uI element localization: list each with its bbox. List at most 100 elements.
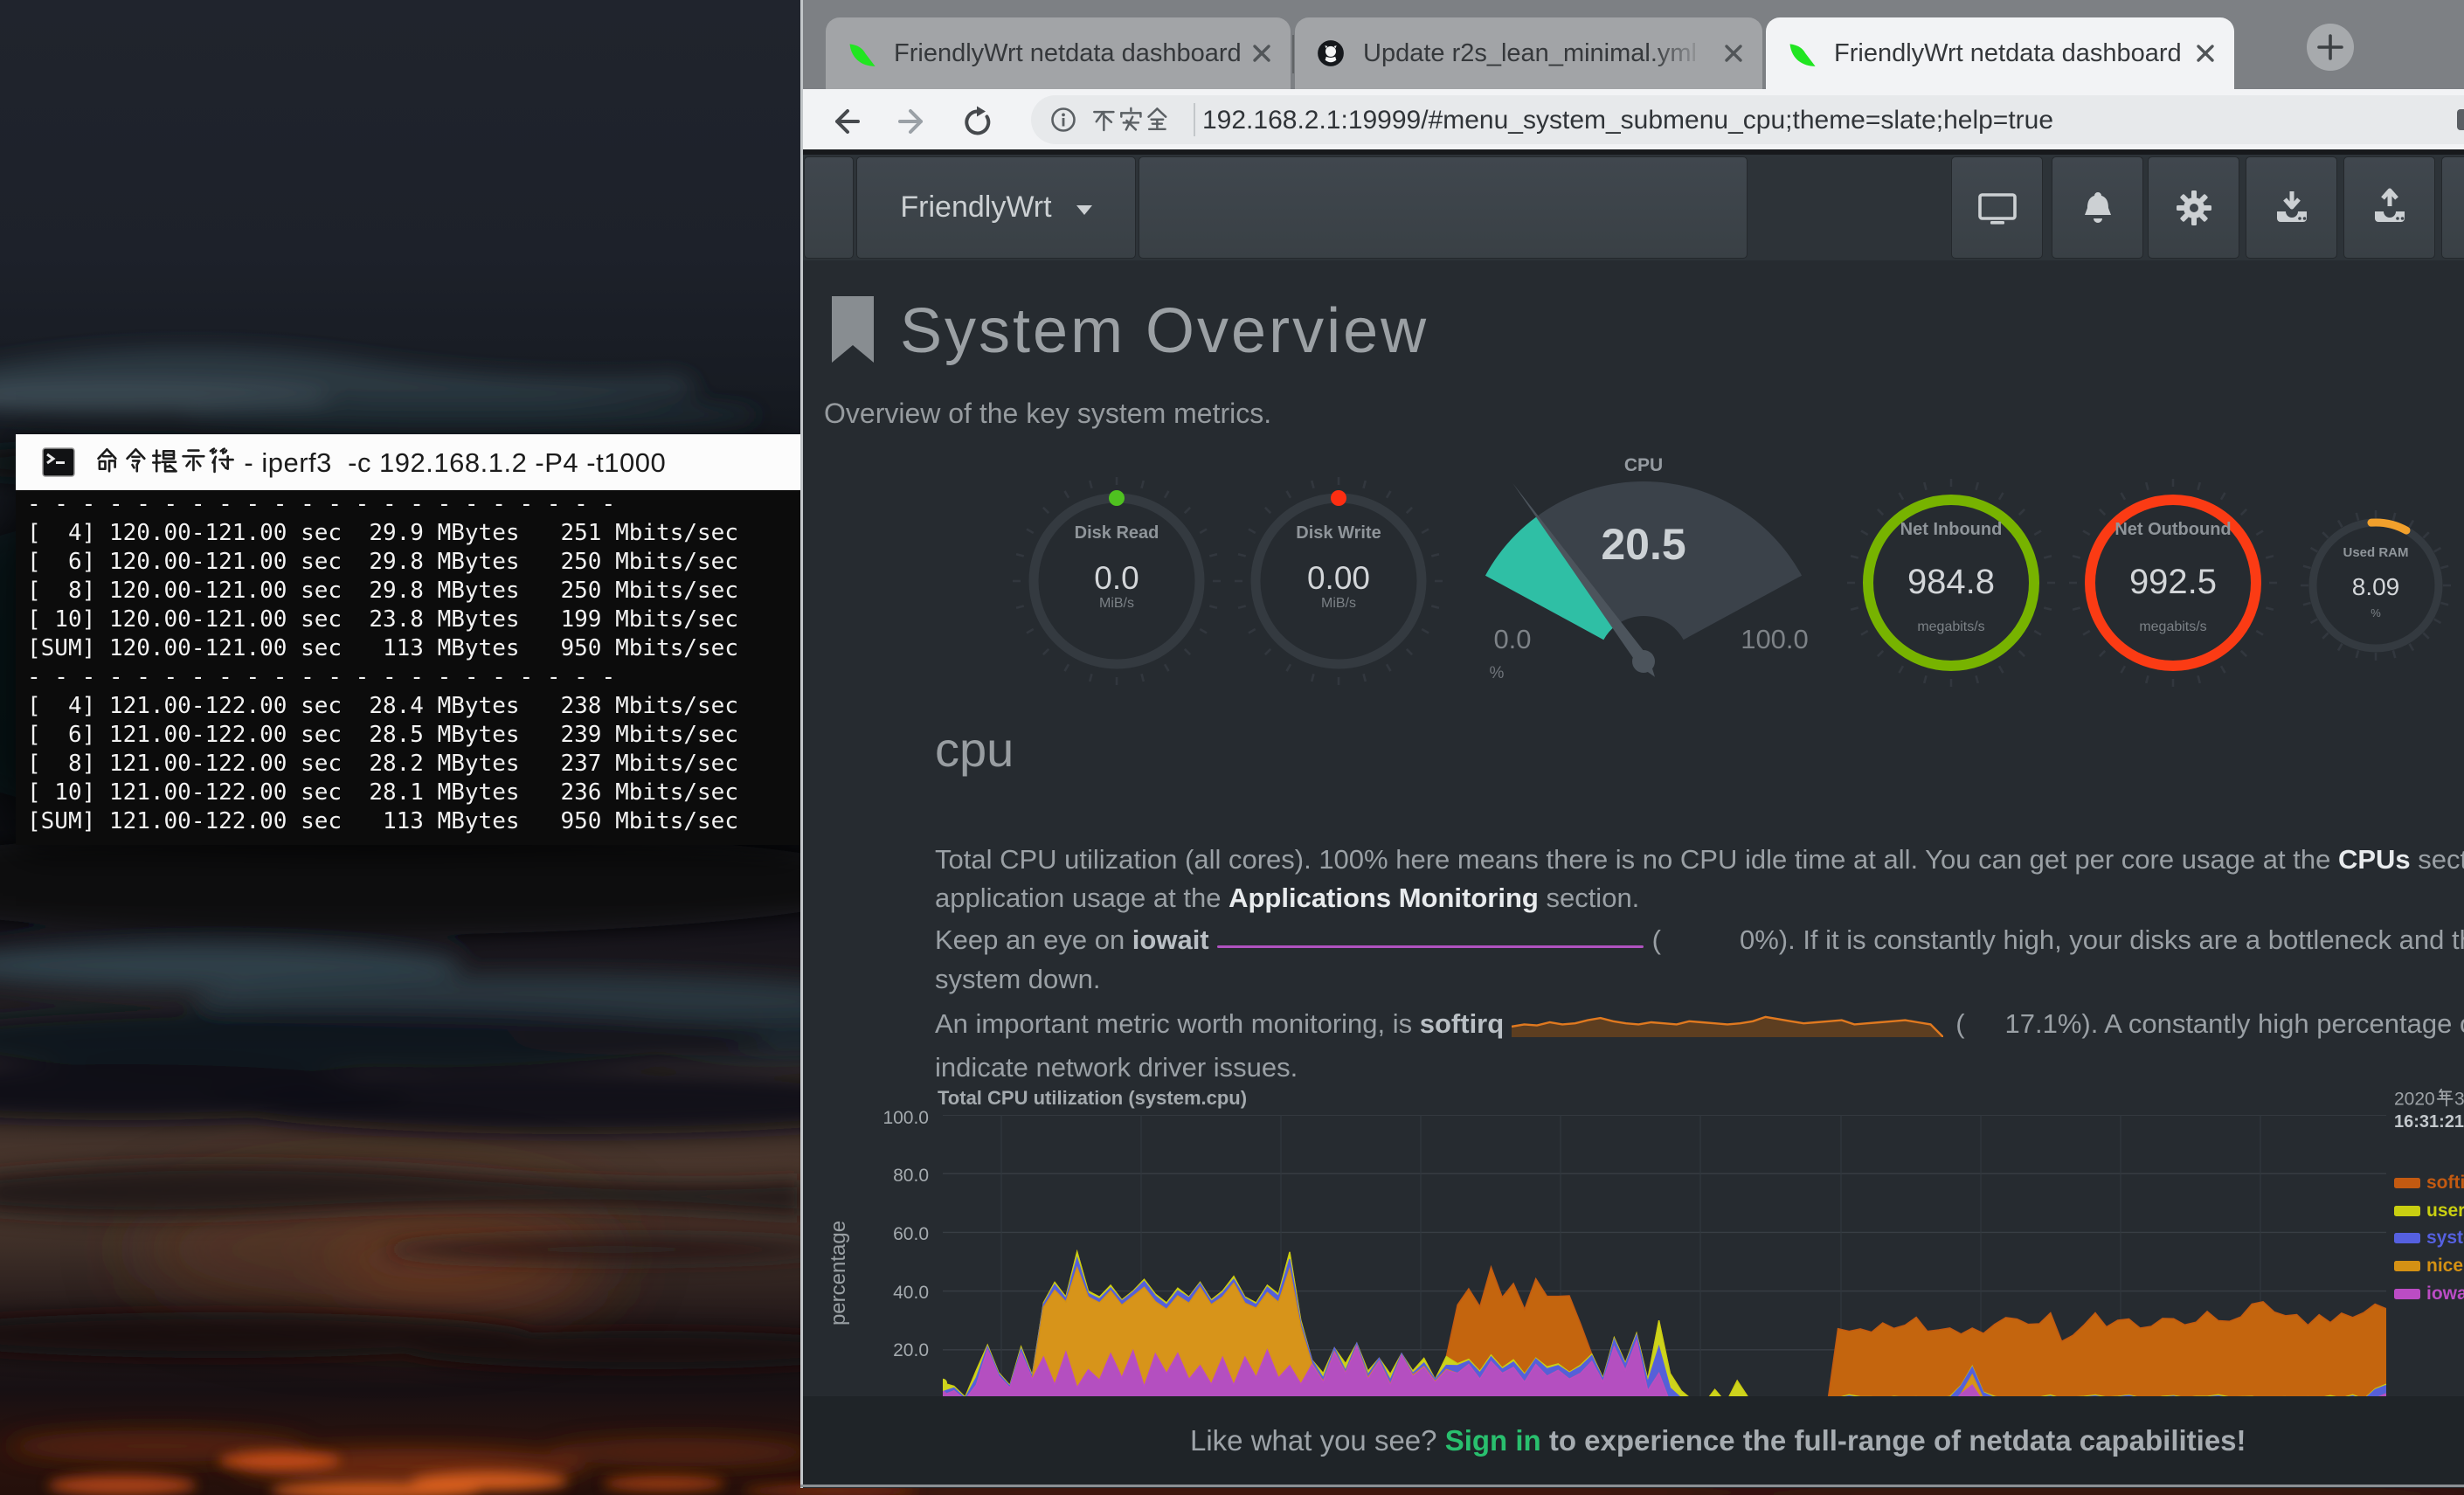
cpu-text-term[interactable]: Applications Monitoring	[1229, 882, 1539, 913]
tab-close-icon[interactable]	[1720, 40, 1747, 66]
screen: - iperf3 -c 192.168.1.2 -P4 -t1000 - - -…	[0, 0, 2464, 1495]
signin-link[interactable]: Sign in	[1445, 1424, 1541, 1457]
reload-icon[interactable]	[959, 104, 994, 139]
export-button[interactable]	[2343, 156, 2435, 259]
tab-close-icon[interactable]	[2192, 40, 2218, 66]
chart-legend-time: 16:31:21	[2394, 1112, 2464, 1132]
terminal-output[interactable]: - - - - - - - - - - - - - - - - - - - - …	[16, 490, 802, 845]
gauge-disk_write[interactable]: Disk Write0.00MiB/s	[1226, 468, 1451, 694]
sparkline-softirq[interactable]	[1512, 1007, 1943, 1045]
gauge-net_outbound[interactable]: Net Outbound992.5megabits/s	[2060, 470, 2286, 696]
cpu-text-line: Keep an eye on iowait(0%). If it is cons…	[935, 921, 2464, 959]
netdata-navbar: FriendlyWrt	[802, 155, 2464, 260]
signin-suffix: to experience the full-range of netdata …	[1541, 1424, 2246, 1457]
cpu-text: (	[1955, 1008, 1964, 1039]
tab-friendlywrt-1[interactable]: FriendlyWrt netdata dashboard	[826, 17, 1291, 89]
gauge-unit: MiB/s	[1004, 596, 1229, 612]
gear-icon	[2173, 187, 2215, 229]
info-icon[interactable]	[1050, 107, 1076, 133]
monitor-button[interactable]	[1951, 156, 2043, 259]
terminal-line: [ 10] 121.00-122.00 sec 28.1 MBytes 236 …	[27, 779, 802, 807]
sparkline-iowait[interactable]	[1217, 924, 1644, 959]
omnibox-extension-icon[interactable]	[2457, 109, 2464, 130]
gauge-value: 0.00	[1226, 560, 1451, 597]
new-tab-button[interactable]	[2307, 24, 2354, 71]
gauge-cpu-max: 100.0	[1705, 624, 1845, 655]
y-tick-label: 20.0	[833, 1340, 929, 1361]
terminal-line: [ 8] 121.00-122.00 sec 28.2 MBytes 237 M…	[27, 750, 802, 779]
chevron-down-icon	[1076, 205, 1092, 215]
monitor-icon	[1976, 187, 2018, 229]
forward-icon[interactable]	[896, 104, 931, 139]
cpu-text: Total CPU utilization (all cores). 100% …	[935, 844, 2338, 875]
legend-label: system	[2426, 1228, 2464, 1248]
legend-label: iowait	[2426, 1284, 2464, 1304]
browser-window: FriendlyWrt netdata dashboard Update r2s…	[802, 0, 2464, 1488]
gauge-value: 984.8	[1838, 563, 2064, 602]
cpu-text: indicate network driver issues.	[935, 1052, 1298, 1083]
cpu-utilization-chart[interactable]	[943, 1115, 2386, 1408]
legend-nice[interactable]: nice	[2394, 1256, 2463, 1277]
download-icon	[2271, 187, 2313, 229]
tab-title: FriendlyWrt netdata dashboard	[1834, 39, 2187, 68]
legend-label: user	[2426, 1201, 2464, 1221]
security-label[interactable]	[1090, 107, 1171, 137]
gauge-label: Disk Write	[1226, 523, 1451, 543]
gauge-label: Net Outbound	[2060, 520, 2286, 540]
cpu-text-line: An important metric worth monitoring, is…	[935, 1005, 2464, 1043]
gauge-value: 0.0	[1004, 560, 1229, 597]
terminal-line: - - - - - - - - - - - - - - - - - - - - …	[27, 490, 802, 519]
plus-icon	[2316, 33, 2344, 61]
terminal-titlebar[interactable]: - iperf3 -c 192.168.1.2 -P4 -t1000	[16, 434, 802, 490]
cpu-text: (	[1652, 924, 1661, 955]
cpu-section-heading: cpu	[935, 721, 1014, 778]
gauge-label: Used RAM	[2292, 545, 2460, 560]
netdata-page: FriendlyWrt	[802, 149, 2464, 1488]
tab-friendlywrt-2[interactable]: FriendlyWrt netdata dashboard	[1766, 17, 2234, 89]
legend-swatch	[2394, 1233, 2420, 1243]
tab-close-icon[interactable]	[1249, 40, 1275, 66]
address-bar[interactable]: 192.168.2.1:19999/#menu_system_submenu_c…	[1031, 95, 2464, 144]
cmd-icon	[42, 446, 75, 479]
navbar-empty-tile	[1139, 156, 1748, 259]
legend-softirq[interactable]: softirq	[2394, 1173, 2464, 1194]
tab-github[interactable]: Update r2s_lean_minimal.yml · k	[1295, 17, 1762, 89]
cpu-text-term[interactable]: CPUs	[2338, 844, 2411, 875]
legend-system[interactable]: system	[2394, 1228, 2464, 1249]
upload-icon	[2369, 187, 2411, 229]
tab-separator	[1292, 35, 1294, 73]
cpu-text-line: system down.	[935, 960, 1101, 999]
gauge-disk_read[interactable]: Disk Read0.0MiB/s	[1004, 468, 1229, 694]
legend-label: nice	[2426, 1256, 2463, 1276]
bookmark-icon	[828, 296, 877, 366]
gauge-cpu-value: 20.5	[1425, 519, 1862, 570]
dashboard-content: System Overview Overview of the key syst…	[802, 260, 2464, 1488]
gauge-used_ram[interactable]: Used RAM8.09%	[2292, 502, 2460, 669]
gauge-unit: %	[2292, 606, 2460, 619]
browser-window-bottom-edge	[800, 1485, 2464, 1487]
cpu-text-term: iowait	[1132, 924, 1209, 955]
settings-button[interactable]	[2148, 156, 2239, 259]
gauge-unit: megabits/s	[1838, 619, 2064, 635]
github-icon	[1316, 38, 1346, 68]
url-text[interactable]: 192.168.2.1:19999/#menu_system_submenu_c…	[1202, 106, 2053, 135]
cpu-text: 17.1%). A constantly high percentage of …	[2005, 1008, 2464, 1039]
brand-menu[interactable]: FriendlyWrt	[856, 156, 1136, 259]
gauge-net_inbound[interactable]: Net Inbound 984.8 megabits/s	[1838, 470, 2064, 696]
legend-user[interactable]: user	[2394, 1201, 2464, 1222]
y-tick-label: 40.0	[833, 1283, 929, 1304]
gauge-label: Net Inbound	[1838, 520, 2064, 540]
back-icon[interactable]	[827, 104, 862, 139]
terminal-title: - iperf3 -c 192.168.1.2 -P4 -t1000	[93, 446, 666, 479]
netdata-favicon	[847, 38, 876, 68]
tab-title: FriendlyWrt netdata dashboard	[894, 39, 1243, 68]
alarms-button[interactable]	[2052, 156, 2143, 259]
signin-prefix: Like what you see?	[1190, 1424, 1445, 1457]
import-button[interactable]	[2246, 156, 2337, 259]
bell-icon	[2077, 187, 2119, 229]
legend-iowait[interactable]: iowait	[2394, 1284, 2464, 1305]
navbar-partial-tile	[2441, 156, 2464, 259]
cpu-text: 0%). If it is constantly high, your disk…	[1740, 924, 2464, 955]
terminal-line: [ 4] 121.00-122.00 sec 28.4 MBytes 238 M…	[27, 692, 802, 721]
gauge-cpu[interactable]: CPU20.50.0100.0%	[1425, 454, 1862, 716]
